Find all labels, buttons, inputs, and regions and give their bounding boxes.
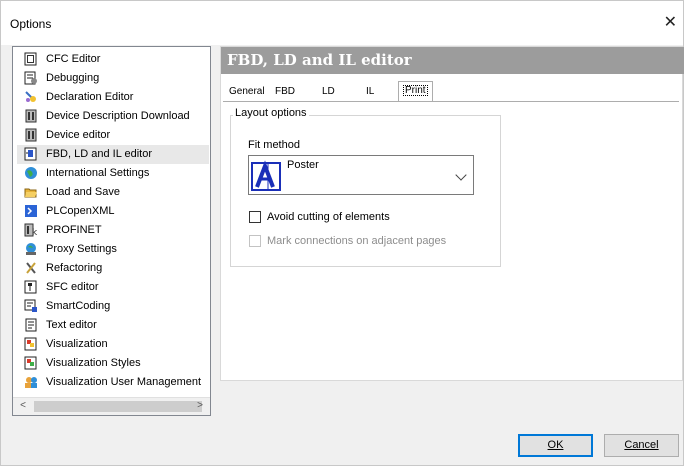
svg-text:k: k	[32, 228, 38, 237]
scroll-right-icon[interactable]: >	[193, 399, 207, 413]
tree-item-label: SmartCoding	[46, 300, 111, 312]
panel-title: FBD, LD and IL editor	[227, 51, 412, 69]
visualization-styles-icon	[24, 356, 37, 370]
close-icon[interactable]: ✕	[664, 12, 677, 32]
tree-item-sfc-editor[interactable]: SFC editor	[17, 278, 209, 297]
device-editor-icon	[25, 128, 37, 142]
tree-item-label: International Settings	[46, 167, 150, 179]
tree-item-visualization-user-management[interactable]: Visualization User Management	[17, 373, 209, 392]
category-tree[interactable]: CFC Editor Debugging Declaration Editor …	[12, 46, 211, 416]
tree-item-profinet[interactable]: k PROFINET	[17, 221, 209, 240]
tree-item-label: Visualization Styles	[46, 357, 141, 369]
tree-item-text-editor[interactable]: Text editor	[17, 316, 209, 335]
cancel-button-label: Cancel	[624, 439, 659, 451]
tree-item-smartcoding[interactable]: SmartCoding	[17, 297, 209, 316]
mark-connections-label: Mark connections on adjacent pages	[267, 235, 447, 247]
tab-general[interactable]: General	[225, 83, 269, 101]
ok-button[interactable]: OK	[518, 434, 593, 457]
declaration-editor-icon	[25, 91, 36, 102]
tree-item-load-and-save[interactable]: Load and Save	[17, 183, 209, 202]
poster-fit-icon	[251, 160, 281, 191]
options-dialog: Options ✕ CFC Editor Debugging Declarati…	[0, 0, 684, 466]
fit-method-value: Poster	[287, 159, 319, 171]
cfc-editor-icon	[24, 52, 37, 66]
plcopenxml-icon	[25, 205, 37, 217]
ok-button-label: OK	[547, 439, 564, 451]
tree-item-plcopenxml[interactable]: PLCopenXML	[17, 202, 209, 221]
debugging-icon	[24, 71, 37, 85]
fit-method-label: Fit method	[248, 139, 300, 151]
tab-print-label: Print	[403, 85, 428, 96]
user-management-icon	[25, 377, 37, 388]
avoid-cutting-label[interactable]: Avoid cutting of elements	[267, 211, 390, 223]
tree-item-label: Text editor	[46, 319, 97, 331]
tree-item-label: PLCopenXML	[46, 205, 115, 217]
tree-item-label: CFC Editor	[46, 53, 101, 65]
tree-item-declaration-editor[interactable]: Declaration Editor	[17, 88, 209, 107]
cancel-button[interactable]: Cancel	[604, 434, 679, 457]
visualization-icon	[24, 337, 37, 351]
tree-item-device-description-download[interactable]: Device Description Download	[17, 107, 209, 126]
tab-fbd[interactable]: FBD	[271, 83, 299, 101]
smartcoding-icon	[24, 299, 37, 312]
tree-item-visualization-styles[interactable]: Visualization Styles	[17, 354, 209, 373]
window-title: Options	[10, 17, 52, 31]
tree-item-debugging[interactable]: Debugging	[17, 69, 209, 88]
tab-il[interactable]: IL	[362, 83, 378, 101]
proxy-icon	[26, 243, 36, 255]
tree-item-refactoring[interactable]: Refactoring	[17, 259, 209, 278]
chevron-down-icon[interactable]	[455, 169, 467, 181]
folder-icon	[24, 188, 37, 198]
scroll-left-icon[interactable]: <	[16, 399, 30, 413]
tree-item-proxy-settings[interactable]: Proxy Settings	[17, 240, 209, 259]
tree-item-label: Device editor	[46, 129, 111, 141]
panel-header: FBD, LD and IL editor	[221, 47, 684, 74]
tab-print[interactable]: Print	[398, 81, 433, 102]
tree-item-device-editor[interactable]: Device editor	[17, 126, 209, 145]
tree-item-label: Load and Save	[46, 186, 121, 198]
horizontal-scrollbar[interactable]: < >	[13, 397, 210, 415]
avoid-cutting-checkbox[interactable]	[249, 211, 261, 223]
mark-connections-checkbox	[249, 235, 261, 247]
tree-item-label: Refactoring	[46, 262, 103, 274]
group-label: Layout options	[233, 107, 309, 119]
text-editor-icon	[25, 318, 37, 332]
refactoring-icon	[26, 262, 36, 274]
tree-item-label: Debugging	[46, 72, 100, 84]
title-bar: Options ✕	[1, 1, 683, 45]
tree-item-visualization[interactable]: Visualization	[17, 335, 209, 354]
fit-method-dropdown[interactable]: Poster	[248, 155, 474, 195]
tree-item-label: Declaration Editor	[46, 91, 134, 103]
tree-item-label: Proxy Settings	[46, 243, 117, 255]
scroll-thumb[interactable]	[34, 401, 202, 412]
tree-item-label: Visualization	[46, 338, 108, 350]
tree-item-international-settings[interactable]: International Settings	[17, 164, 209, 183]
tree-item-label: FBD, LD and IL editor	[46, 148, 152, 160]
tab-divider	[223, 101, 679, 102]
tree-item-fbd-ld-il-editor[interactable]: FBD, LD and IL editor	[17, 145, 209, 164]
profinet-icon: k	[24, 223, 38, 237]
tree-item-cfc-editor[interactable]: CFC Editor	[17, 50, 209, 69]
sfc-editor-icon	[24, 280, 37, 294]
tree-item-label: Visualization User Management	[46, 376, 202, 388]
fbd-editor-icon	[24, 147, 37, 161]
tree-item-label: SFC editor	[46, 281, 99, 293]
tree-item-label: PROFINET	[46, 224, 102, 236]
tab-ld[interactable]: LD	[318, 83, 339, 101]
tree-item-label: Device Description Download	[46, 110, 190, 122]
globe-icon	[25, 167, 37, 179]
device-description-icon	[25, 109, 37, 123]
settings-panel: FBD, LD and IL editor General FBD LD IL …	[220, 46, 684, 381]
